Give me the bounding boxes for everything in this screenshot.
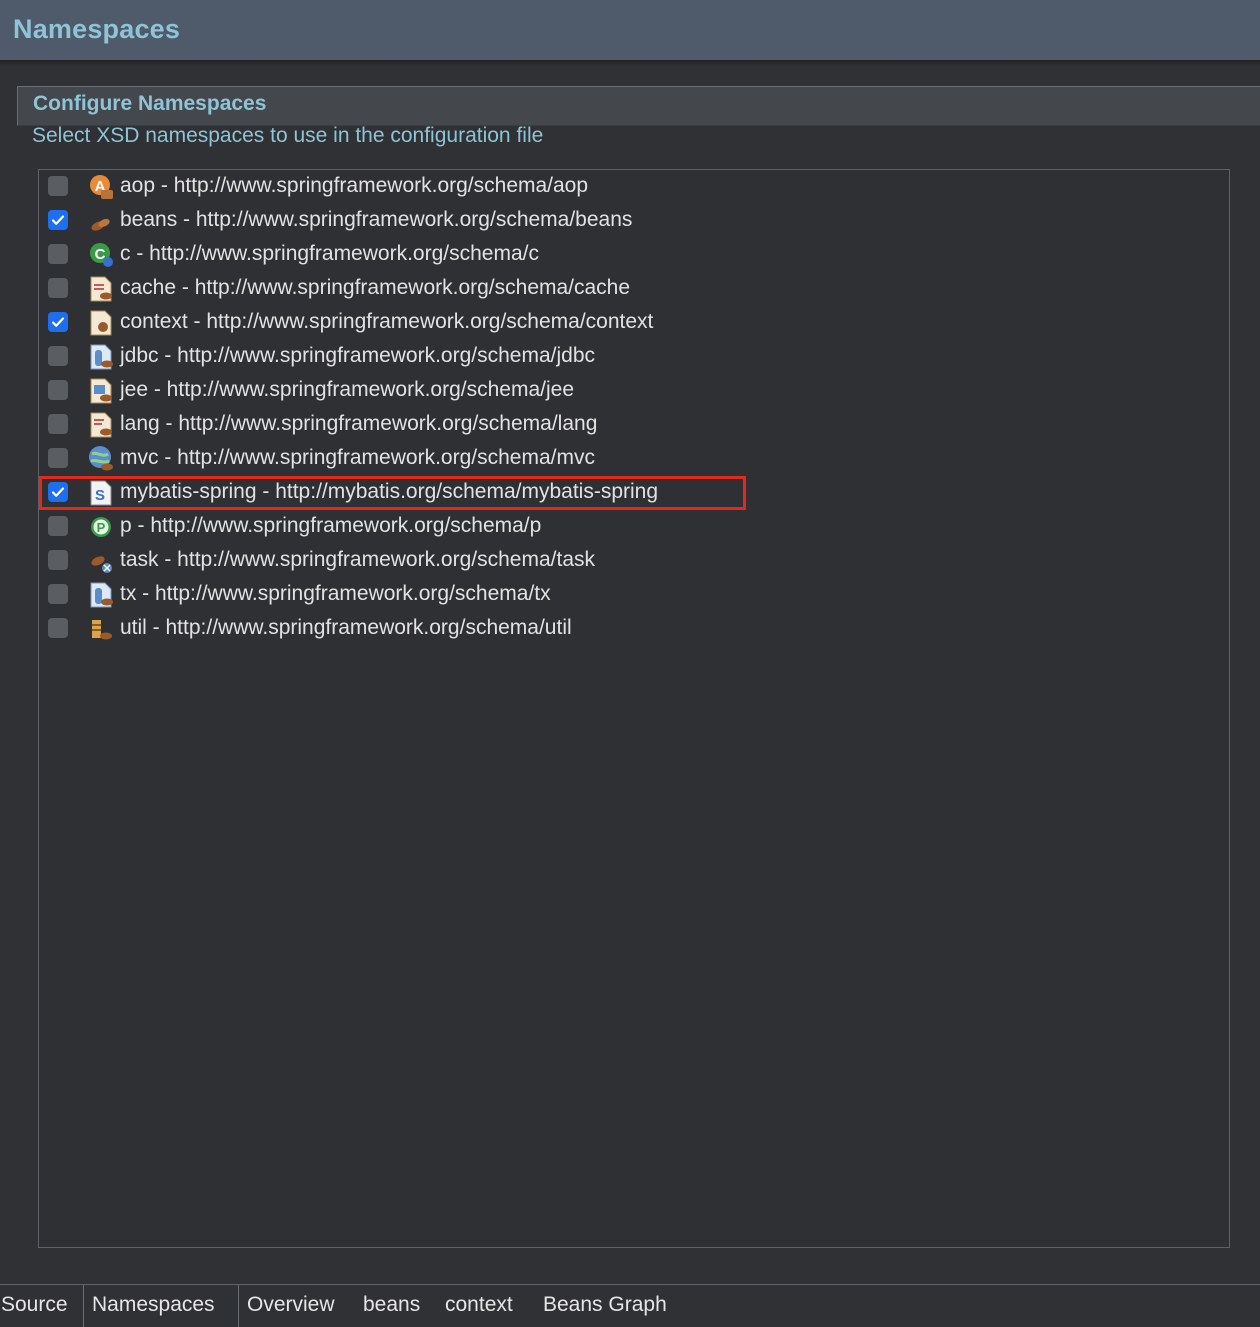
namespace-item[interactable]: mvc - http://www.springframework.org/sch… xyxy=(39,443,1229,477)
beans-icon xyxy=(86,206,116,236)
editor-header: Namespaces xyxy=(0,0,1260,60)
c-icon: C xyxy=(86,240,116,270)
namespace-label: tx - http://www.springframework.org/sche… xyxy=(120,582,551,605)
aop-icon: A xyxy=(86,172,116,202)
namespace-item[interactable]: Aaop - http://www.springframework.org/sc… xyxy=(39,171,1229,205)
namespace-label: cache - http://www.springframework.org/s… xyxy=(120,276,631,299)
namespace-checkbox[interactable] xyxy=(48,516,68,536)
namespace-item[interactable]: jee - http://www.springframework.org/sch… xyxy=(39,375,1229,409)
namespace-item[interactable]: tx - http://www.springframework.org/sche… xyxy=(39,579,1229,613)
namespace-checkbox[interactable] xyxy=(48,414,68,434)
namespace-label: jee - http://www.springframework.org/sch… xyxy=(120,378,575,401)
namespace-item[interactable]: lang - http://www.springframework.org/sc… xyxy=(39,409,1229,443)
tab-beans[interactable]: beans xyxy=(355,1285,437,1327)
namespace-list[interactable]: Aaop - http://www.springframework.org/sc… xyxy=(38,169,1230,1248)
namespace-label: jdbc - http://www.springframework.org/sc… xyxy=(120,344,596,367)
namespace-label: beans - http://www.springframework.org/s… xyxy=(120,208,633,231)
section-title: Configure Namespaces xyxy=(33,92,267,115)
tab-source[interactable]: Source xyxy=(0,1285,83,1327)
namespace-checkbox[interactable] xyxy=(48,312,68,332)
section-header-bar[interactable]: Configure Namespaces xyxy=(17,86,1260,126)
namespace-checkbox[interactable] xyxy=(48,278,68,298)
tab-overview[interactable]: Overview xyxy=(239,1285,355,1327)
tx-icon xyxy=(86,580,116,610)
jee-icon xyxy=(86,376,116,406)
namespace-label: context - http://www.springframework.org… xyxy=(120,310,654,333)
tab-context[interactable]: context xyxy=(437,1285,535,1327)
namespace-item[interactable]: task - http://www.springframework.org/sc… xyxy=(39,545,1229,579)
section-description: Select XSD namespaces to use in the conf… xyxy=(32,124,544,147)
page-title: Namespaces xyxy=(13,14,181,44)
lang-icon xyxy=(86,410,116,440)
p-icon: P xyxy=(86,512,116,542)
namespace-checkbox[interactable] xyxy=(48,346,68,366)
tab-beans-graph[interactable]: Beans Graph xyxy=(535,1285,685,1327)
task-icon xyxy=(86,546,116,576)
jdbc-icon xyxy=(86,342,116,372)
svg-text:P: P xyxy=(97,520,106,535)
namespace-checkbox[interactable] xyxy=(48,550,68,570)
namespace-checkbox[interactable] xyxy=(48,380,68,400)
namespace-item[interactable]: Cc - http://www.springframework.org/sche… xyxy=(39,239,1229,273)
namespace-item[interactable]: context - http://www.springframework.org… xyxy=(39,307,1229,341)
cache-icon xyxy=(86,274,116,304)
mvc-icon xyxy=(86,444,116,474)
editor-tab-bar: Source Namespaces Overview beans context Bean… xyxy=(0,1284,1260,1327)
namespace-checkbox[interactable] xyxy=(48,244,68,264)
namespace-label: lang - http://www.springframework.org/sc… xyxy=(120,412,598,435)
highlight-box xyxy=(39,476,746,510)
header-divider xyxy=(0,60,1260,66)
namespace-checkbox[interactable] xyxy=(48,210,68,230)
namespace-label: util - http://www.springframework.org/sc… xyxy=(120,616,572,639)
namespace-item[interactable]: Pp - http://www.springframework.org/sche… xyxy=(39,511,1229,545)
namespace-checkbox[interactable] xyxy=(48,584,68,604)
namespace-label: task - http://www.springframework.org/sc… xyxy=(120,548,595,571)
tab-namespaces[interactable]: Namespaces xyxy=(83,1285,239,1327)
namespace-label: c - http://www.springframework.org/schem… xyxy=(120,242,539,265)
namespace-checkbox[interactable] xyxy=(48,618,68,638)
namespace-item[interactable]: beans - http://www.springframework.org/s… xyxy=(39,205,1229,239)
namespace-label: aop - http://www.springframework.org/sch… xyxy=(120,174,589,197)
namespace-item[interactable]: util - http://www.springframework.org/sc… xyxy=(39,613,1229,647)
context-icon xyxy=(86,308,116,338)
namespace-checkbox[interactable] xyxy=(48,176,68,196)
namespace-item[interactable]: Smybatis-spring - http://mybatis.org/sch… xyxy=(39,476,1229,511)
namespace-item[interactable]: cache - http://www.springframework.org/s… xyxy=(39,273,1229,307)
namespace-checkbox[interactable] xyxy=(48,448,68,468)
namespace-label: mvc - http://www.springframework.org/sch… xyxy=(120,446,595,469)
namespace-label: p - http://www.springframework.org/schem… xyxy=(120,514,542,537)
util-icon xyxy=(86,614,116,644)
namespace-item[interactable]: jdbc - http://www.springframework.org/sc… xyxy=(39,341,1229,375)
